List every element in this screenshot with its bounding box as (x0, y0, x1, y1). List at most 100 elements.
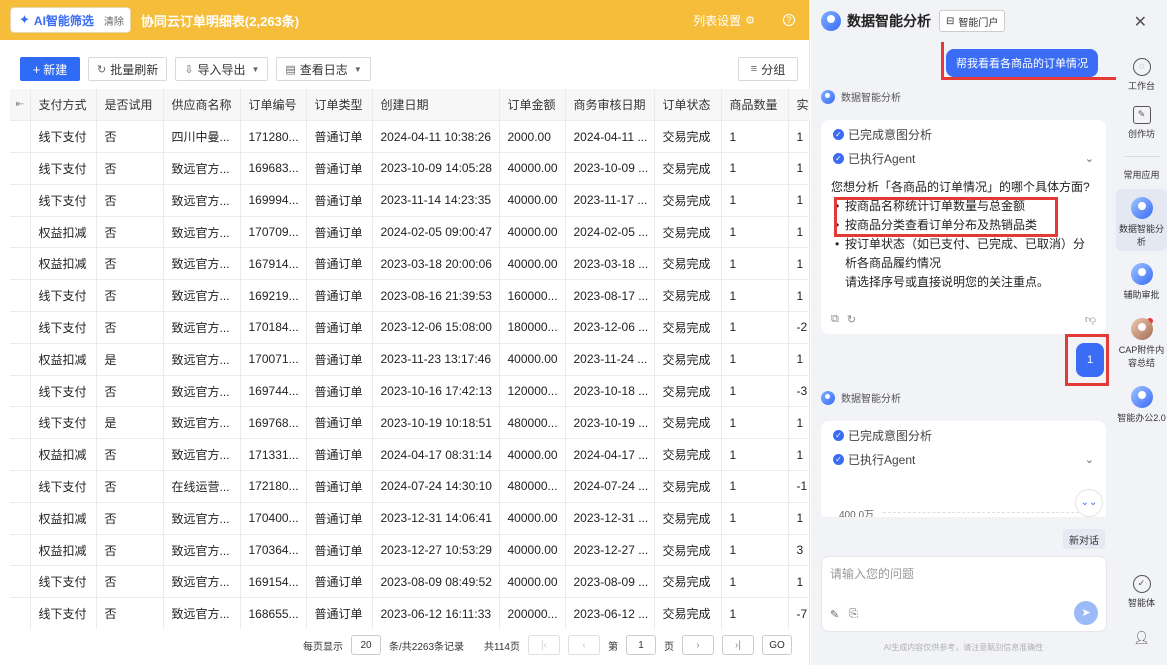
table-cell: 普通订单 (306, 438, 373, 472)
portal-button[interactable]: ⊟ 智能门户 (939, 10, 1006, 32)
rail-app-data-analysis[interactable]: 数据智能分析 (1116, 189, 1167, 251)
table-row[interactable]: 权益扣减否致远官方... 170709... 普通订单 2024-02-05 09:0… (10, 216, 810, 249)
list-settings-button[interactable]: 列表设置 ⚙ (693, 12, 755, 29)
table-row[interactable]: 权益扣减是致远官方... 170071... 普通订单 2023-11-23 13:1… (10, 343, 810, 376)
table-row[interactable]: 线下支付否四川中曼... 171280... 普通订单 2024-04-11 10:3… (10, 120, 810, 154)
column-settings-cell[interactable]: ⇤ (10, 89, 31, 122)
first-page-button[interactable]: |‹ (527, 635, 560, 655)
rail-app-smart-office[interactable]: 智能办公2.0 (1116, 386, 1167, 424)
magic-wand-icon[interactable]: ✎ (830, 608, 839, 621)
row-selector-cell[interactable] (10, 120, 31, 154)
thumbs-down-icon[interactable]: 👎︎ (1085, 313, 1096, 326)
row-selector-cell[interactable] (10, 375, 31, 408)
import-export-button[interactable]: ⇩ 导入导出 ▼ (175, 57, 269, 81)
table-cell: 线下支付 (30, 152, 97, 185)
rail-workbench[interactable]: ◌ 工作台 (1116, 58, 1167, 92)
table-row[interactable]: 线下支付否致远官方... 169219... 普通订单 2023-08-16 21:3… (10, 279, 810, 313)
table-row[interactable]: 线下支付否致远官方... 168655... 普通订单 2023-06-12 16:1… (10, 597, 810, 629)
table-cell: 172180... (240, 470, 307, 503)
table-row[interactable]: 权益扣减否致远官方... 170400... 普通订单 2023-12-31 14:0… (10, 502, 810, 535)
copy-icon[interactable]: ⧉ (831, 313, 839, 326)
table-row[interactable]: 线下支付否致远官方... 169683... 普通订单 2023-10-09 14:0… (10, 152, 810, 185)
table-row[interactable]: 权益扣减否致远官方... 171331... 普通订单 2024-04-17 08:3… (10, 438, 810, 472)
table-cell: 170071... (240, 343, 307, 376)
column-header[interactable]: 创建日期 (372, 89, 500, 122)
table-row[interactable]: 线下支付否在线运营... 172180... 普通订单 2024-07-24 14:3… (10, 470, 810, 503)
rail-agent[interactable]: ✓ 智能体 (1116, 575, 1167, 609)
prev-page-button[interactable]: ‹ (567, 635, 600, 655)
column-header[interactable]: 订单状态 (654, 89, 722, 122)
column-header[interactable]: 商品数量 (721, 89, 789, 122)
scroll-down-button[interactable]: ⌄⌄ (1075, 489, 1103, 517)
table-cell: 2024-04-11 10:38:26 (372, 120, 500, 154)
table-row[interactable]: 线下支付是致远官方... 169768... 普通订单 2023-10-19 10:1… (10, 406, 810, 440)
chevron-down-icon: ▼ (353, 64, 362, 74)
step-intent: ✓ 已完成意图分析 (821, 122, 1106, 146)
batch-refresh-button[interactable]: ↻ 批量刷新 (88, 57, 168, 81)
next-page-button[interactable]: › (681, 635, 714, 655)
row-selector-cell[interactable] (10, 597, 31, 629)
per-page-select[interactable]: 20 (351, 635, 381, 655)
table-cell: 普通订单 (306, 120, 373, 154)
row-selector-cell[interactable] (10, 438, 31, 472)
row-selector-cell[interactable] (10, 279, 31, 313)
column-header[interactable]: 商务审核日期 (565, 89, 655, 122)
row-selector-cell[interactable] (10, 152, 31, 185)
table-cell: 2023-12-06 ... (565, 311, 655, 344)
go-button[interactable]: GO (761, 635, 792, 655)
paperclip-icon[interactable]: ⎘ (849, 608, 858, 621)
page-number-input[interactable]: 1 (625, 635, 656, 655)
last-page-button[interactable]: ›| (721, 635, 754, 655)
view-log-button[interactable]: ▤ 查看日志 ▼ (276, 57, 371, 81)
row-selector-cell[interactable] (10, 311, 31, 344)
row-selector-cell[interactable] (10, 406, 31, 440)
table-cell: 普通订单 (306, 565, 373, 599)
disclaimer: AI生成内容仅供参考，请注意甄别信息准确性 (883, 643, 1044, 652)
column-header[interactable]: 订单金额 (499, 89, 566, 122)
column-header[interactable]: 实 (788, 89, 810, 122)
table-row[interactable]: 权益扣减否致远官方... 167914... 普通订单 2023-03-18 20:0… (10, 247, 810, 281)
chart-tick-label: 400.0万 (839, 510, 875, 517)
step-agent[interactable]: ✓ 已执行Agent ⌄ (821, 447, 1106, 471)
approval-avatar (1130, 263, 1153, 285)
chat-input[interactable] (830, 567, 1090, 581)
table-cell: 2023-10-16 17:42:13 (372, 375, 500, 408)
new-button[interactable]: + 新建 (20, 57, 80, 81)
table-row[interactable]: 线下支付否致远官方... 169154... 普通订单 2023-08-09 08:4… (10, 565, 810, 599)
send-button[interactable]: ➤ (1074, 601, 1098, 625)
row-selector-cell[interactable] (10, 184, 31, 217)
column-header[interactable]: 订单类型 (306, 89, 373, 122)
close-icon[interactable]: ✕ (1134, 12, 1147, 32)
help-icon[interactable]: ? (783, 14, 795, 26)
row-selector-cell[interactable] (10, 502, 31, 535)
rail-app-approval[interactable]: 辅助审批 (1116, 263, 1167, 301)
row-selector-cell[interactable] (10, 565, 31, 599)
column-header[interactable]: 是否试用 (96, 89, 164, 122)
option-item[interactable]: 按订单状态（如已支付、已完成、已取消）分析各商品履约情况 (831, 235, 1096, 273)
row-selector-cell[interactable] (10, 534, 31, 567)
rail-user[interactable]: 👤︎ (1116, 630, 1167, 651)
ai-filter-clear[interactable]: 清除 (104, 13, 124, 28)
refresh-icon[interactable]: ↻ (847, 313, 856, 326)
column-header[interactable]: 订单编号 (240, 89, 307, 122)
group-button[interactable]: ≡ 分组 (738, 57, 798, 81)
new-chat-button[interactable]: 新对话 (1063, 529, 1105, 549)
table-cell: 否 (96, 470, 164, 503)
table-row[interactable]: 权益扣减否致远官方... 170364... 普通订单 2023-12-27 10:5… (10, 534, 810, 567)
table-row[interactable]: 线下支付否致远官方... 169744... 普通订单 2023-10-16 17:4… (10, 375, 810, 408)
row-selector-cell[interactable] (10, 343, 31, 376)
table-row[interactable]: 线下支付否致远官方... 169994... 普通订单 2023-11-14 14:2… (10, 184, 810, 217)
rail-creative[interactable]: ✎ 创作坊 (1116, 106, 1167, 140)
ai-filter-pill[interactable]: ✦ AI智能筛选 清除 (10, 7, 131, 33)
column-header[interactable]: 支付方式 (30, 89, 97, 122)
row-selector-cell[interactable] (10, 216, 31, 249)
table-row[interactable]: 线下支付否致远官方... 170184... 普通订单 2023-12-06 15:0… (10, 311, 810, 344)
rail-app-cap-summary[interactable]: CAP附件内容总结 (1116, 318, 1167, 369)
column-header[interactable]: 供应商名称 (163, 89, 241, 122)
table-cell: 1 (721, 279, 789, 313)
row-selector-cell[interactable] (10, 470, 31, 503)
table-cell: 40000.00 (499, 216, 566, 249)
row-selector-cell[interactable] (10, 247, 31, 281)
step-agent[interactable]: ✓ 已执行Agent ⌄ (821, 146, 1106, 170)
table-cell: 2023-12-31 14:06:41 (372, 502, 500, 535)
